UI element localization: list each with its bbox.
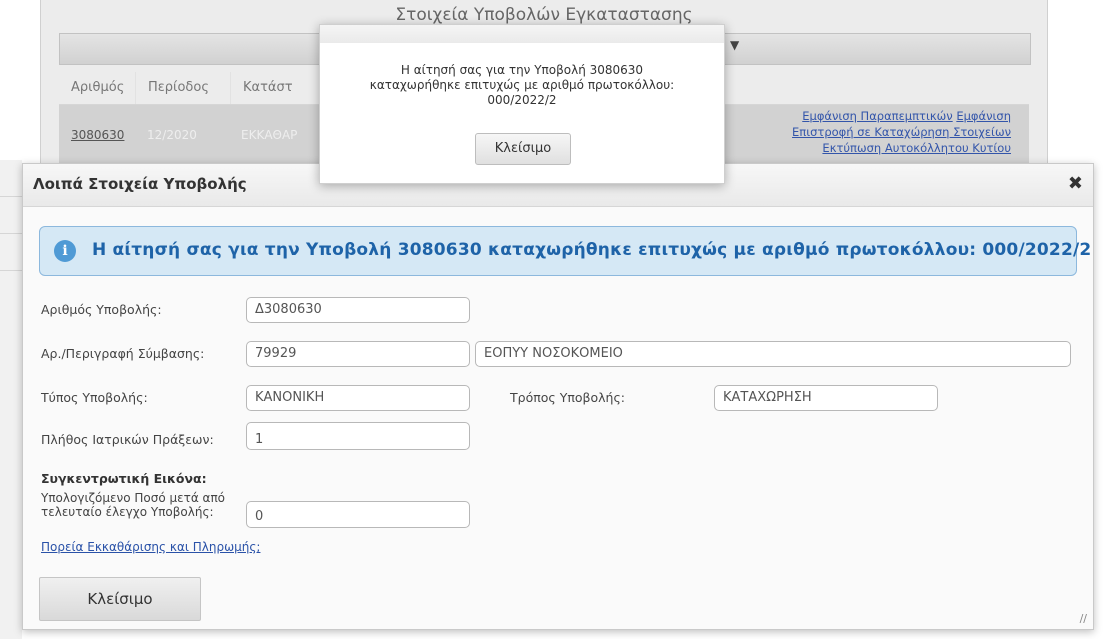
calculated-amount-label-line2: τελευταίο έλεγχο Υποβολής: <box>41 505 214 519</box>
background-row-links: Εμφάνιση Παραπεμπτικών Εμφάνιση Επιστροφ… <box>721 108 1011 156</box>
contract-description-field[interactable]: ΕΟΠΥΥ ΝΟΣΟΚΟΜΕΙΟ <box>475 341 1071 367</box>
submission-number-label: Αριθμός Υποβολής: <box>41 302 162 317</box>
chevron-down-icon[interactable]: ▼ <box>730 38 739 52</box>
background-panel-title: Στοιχεία Υποβολών Εγκαταστασης <box>395 5 693 25</box>
popup-message: Η αίτησή σας για την Υποβολή 3080630 κατ… <box>340 63 704 108</box>
submission-type-field[interactable]: ΚΑΝΟΝΙΚΗ <box>246 385 470 411</box>
table-header-period: Περίοδος <box>136 72 231 104</box>
submission-type-label: Τύπος Υποβολής: <box>41 390 148 405</box>
medical-acts-field[interactable]: 1 <box>246 422 470 450</box>
banner-text: Η αίτησή σας για την Υποβολή 3080630 κατ… <box>92 240 1092 260</box>
contract-number-field[interactable]: 79929 <box>246 341 470 367</box>
submission-mode-label: Τρόπος Υποβολής: <box>510 390 626 405</box>
return-to-entry-link[interactable]: Επιστροφή σε Καταχώρηση Στοιχείων <box>792 125 1011 139</box>
close-icon[interactable]: ✖ <box>1068 173 1083 194</box>
calculated-amount-label: Υπολογιζόμενο Ποσό μετά από τελευταίο έλ… <box>41 491 225 519</box>
medical-acts-label: Πλήθος Ιατρικών Πράξεων: <box>41 432 214 447</box>
submission-details-dialog: Λοιπά Στοιχεία Υποβολής ✖ i Η αίτησή σας… <box>22 163 1094 630</box>
calculated-amount-field[interactable]: 0 <box>246 501 470 528</box>
contract-label: Αρ./Περιγραφή Σύμβασης: <box>41 346 205 361</box>
submission-mode-field[interactable]: ΚΑΤΑΧΩΡΗΣΗ <box>714 385 938 411</box>
clearing-progress-link[interactable]: Πορεία Εκκαθάρισης και Πληρωμής; <box>41 540 260 554</box>
submission-number-link[interactable]: 3080630 <box>59 105 135 165</box>
close-button[interactable]: Κλείσιμο <box>39 577 201 621</box>
submission-number-field[interactable]: Δ3080630 <box>246 297 470 323</box>
success-info-banner: i Η αίτησή σας για την Υποβολή 3080630 κ… <box>39 226 1091 276</box>
resize-handle-icon[interactable]: ∕∕ <box>1080 612 1087 625</box>
popup-message-line2: καταχωρήθηκε επιτυχώς με αριθμό πρωτοκόλ… <box>369 78 675 92</box>
popup-message-line3: 000/2022/2 <box>487 93 557 107</box>
background-left-strip <box>0 160 22 639</box>
show-link[interactable]: Εμφάνιση <box>956 109 1011 123</box>
calculated-amount-label-line1: Υπολογιζόμενο Ποσό μετά από <box>41 491 226 505</box>
table-cell-period: 12/2020 <box>147 128 197 142</box>
confirmation-popup: Η αίτησή σας για την Υποβολή 3080630 κατ… <box>319 24 725 184</box>
print-label-link[interactable]: Εκτύπωση Αυτοκόλλητου Κυτίου <box>822 141 1011 155</box>
background-strip-row <box>0 197 22 234</box>
background-strip-row <box>0 234 22 271</box>
info-icon: i <box>54 240 76 262</box>
popup-message-line1: Η αίτησή σας για την Υποβολή 3080630 <box>400 63 644 77</box>
table-header-number: Αριθμός <box>59 72 136 104</box>
background-strip-row <box>0 160 22 197</box>
show-referrals-link[interactable]: Εμφάνιση Παραπεμπτικών <box>802 109 952 123</box>
popup-titlebar[interactable] <box>320 25 724 43</box>
dialog-title: Λοιπά Στοιχεία Υποβολής <box>33 175 247 193</box>
summary-section-title: Συγκεντρωτική Εικόνα: <box>41 471 207 486</box>
popup-close-button[interactable]: Κλείσιμο <box>475 133 571 165</box>
